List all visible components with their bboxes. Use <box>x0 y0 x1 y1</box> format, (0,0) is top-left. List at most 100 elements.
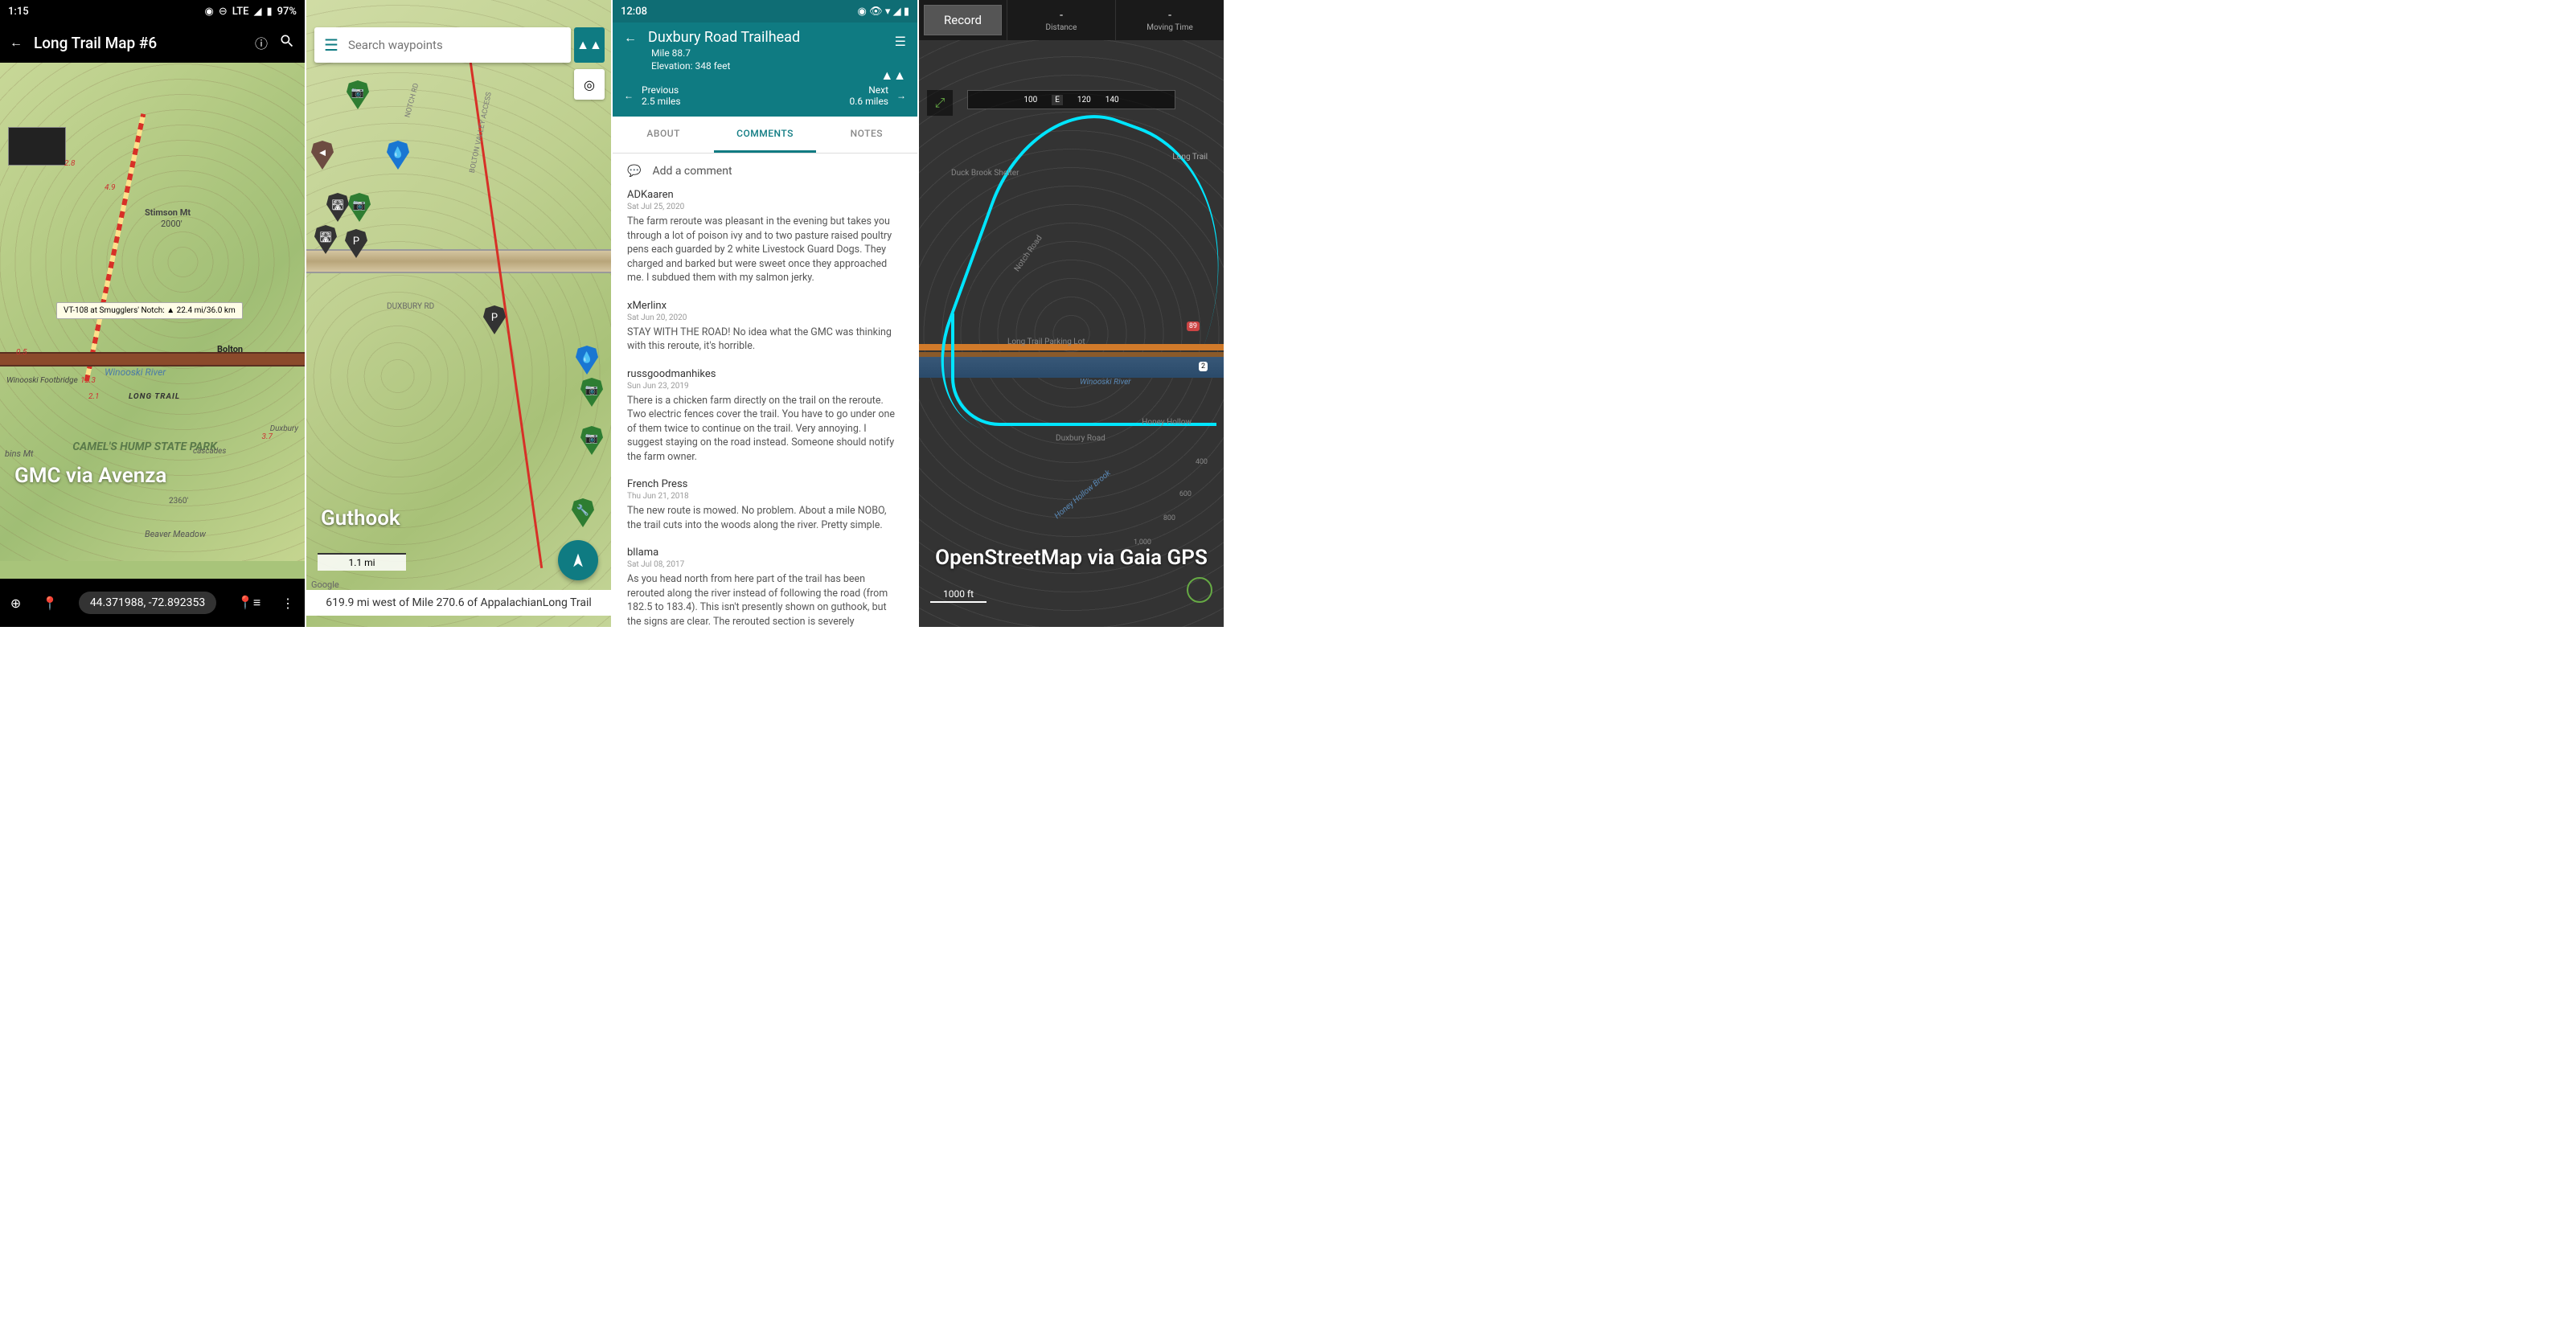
list-icon[interactable]: ☰ <box>895 34 906 49</box>
label-cascades: cascades <box>193 447 226 456</box>
marker-camera[interactable]: 📷 <box>580 426 603 455</box>
comment-date: Sun Jun 23, 2019 <box>627 382 903 391</box>
arrow-left-icon: ← <box>624 90 634 101</box>
label-beaver: Beaver Meadow <box>145 529 206 539</box>
contour-800: 800 <box>1163 514 1175 522</box>
menu-icon[interactable]: ⋮ <box>281 596 294 611</box>
label-bins: bins Mt <box>5 448 34 459</box>
tab-comments[interactable]: COMMENTS <box>714 117 815 153</box>
marker-road[interactable]: 🛣 <box>326 193 349 222</box>
comment-icon: 💬 <box>627 165 641 178</box>
search-input[interactable] <box>348 38 561 52</box>
label-parking: Long Trail Parking Lot <box>1007 338 1085 346</box>
waypoint-mile: Mile 88.7 <box>651 47 906 59</box>
highway <box>0 352 305 367</box>
comment-date: Sat Jun 20, 2020 <box>627 313 903 322</box>
locate-button[interactable]: ◎ <box>574 69 605 100</box>
info-icon[interactable]: ⓘ <box>255 33 268 52</box>
tab-notes[interactable]: NOTES <box>816 117 917 153</box>
status-time: 1:15 <box>8 6 29 18</box>
waypoint-callout[interactable]: VT-108 at Smugglers' Notch: ▲ 22.4 mi/36… <box>56 302 243 319</box>
marker-parking[interactable]: P <box>483 305 506 334</box>
collapse-button[interactable]: ⤢ <box>927 90 953 116</box>
label-river: Winooski River <box>105 367 166 378</box>
comment-item[interactable]: French PressThu Jun 21, 2018The new rout… <box>627 478 903 532</box>
search-bar[interactable]: ☰ <box>314 27 571 63</box>
status-bar: 1:15 ◉ ⊖ LTE ◢ ▮ 97% <box>0 0 305 23</box>
stat-moving-time[interactable]: - Moving Time <box>1115 0 1224 40</box>
elevation-icon[interactable]: ▲▲ <box>880 68 906 84</box>
comment-item[interactable]: bllamaSat Jul 08, 2017As you head north … <box>627 547 903 627</box>
battery-pct: 97% <box>277 6 297 18</box>
contour-400: 400 <box>1196 458 1208 466</box>
label-river: Winooski River <box>1080 378 1131 387</box>
compass-bar[interactable]: 100 E 120 140 <box>967 90 1175 109</box>
label-longtrail: LONG TRAIL <box>129 392 180 401</box>
prev-waypoint[interactable]: ← Previous2.5 miles <box>624 84 681 107</box>
comment-date: Sat Jul 08, 2017 <box>627 560 903 569</box>
map-canvas[interactable]: Stimson Mt 2000' Bolton Winooski Footbri… <box>0 63 305 561</box>
contour-600: 600 <box>1179 490 1192 498</box>
marker-water[interactable]: 💧 <box>387 141 409 170</box>
marker-camera[interactable]: 📷 <box>348 193 371 222</box>
marker-water[interactable]: 💧 <box>576 346 598 375</box>
hamburger-icon[interactable]: ☰ <box>324 35 338 55</box>
marker-parking[interactable]: P <box>345 229 367 258</box>
comment-item[interactable]: xMerlinxSat Jun 20, 2020STAY WITH THE RO… <box>627 300 903 354</box>
search-icon[interactable] <box>279 33 295 52</box>
label-duxbury: Duxbury <box>270 424 298 433</box>
next-waypoint[interactable]: Next0.6 miles → <box>849 84 906 107</box>
comments-list[interactable]: ADKaarenSat Jul 25, 2020The farm reroute… <box>613 189 917 627</box>
stat-distance[interactable]: - Distance <box>1007 0 1115 40</box>
comment-date: Thu Jun 21, 2018 <box>627 492 903 501</box>
label-bolton: Bolton <box>217 344 243 354</box>
navigate-fab[interactable] <box>558 540 598 580</box>
label-duxbury: Duxbury Road <box>1056 434 1105 443</box>
label-stimson-elev: 2000' <box>161 219 183 229</box>
compass-button[interactable] <box>1187 577 1212 603</box>
record-button[interactable]: Record <box>924 5 1002 35</box>
battery-icon: ▮ <box>266 6 272 18</box>
tab-bar: ABOUT COMMENTS NOTES <box>613 117 917 154</box>
back-icon[interactable]: ← <box>624 30 637 46</box>
app-source-label: OpenStreetMap via Gaia GPS <box>919 546 1224 571</box>
marker-tools[interactable]: 🔧 <box>572 498 594 527</box>
compass-100: 100 <box>1023 96 1037 104</box>
comment-text: There is a chicken farm directly on the … <box>627 394 903 465</box>
app-source-label: Guthook <box>321 506 400 530</box>
pin-icon[interactable]: 📍 <box>42 596 58 611</box>
add-comment-row[interactable]: 💬 Add a comment <box>613 154 917 189</box>
status-icons: ◉ 👁 ▾ ◢ ▮ <box>858 6 909 18</box>
marker-road[interactable]: 🛣 <box>314 225 337 254</box>
comment-user: French Press <box>627 478 903 490</box>
map-canvas[interactable]: ⤢ 100 E 120 140 Notch Road Duck Brook Sh… <box>919 40 1224 627</box>
locate-icon[interactable]: ⊕ <box>10 596 21 611</box>
dist-123: 12.3 <box>80 376 96 385</box>
shield-89: 89 <box>1187 321 1200 331</box>
comment-item[interactable]: russgoodmanhikesSun Jun 23, 2019There is… <box>627 368 903 465</box>
back-icon[interactable]: ← <box>10 35 23 51</box>
next-dist: 0.6 miles <box>849 96 888 107</box>
map-thumbnail[interactable] <box>8 127 66 166</box>
dist-05: 0.5 <box>16 348 27 357</box>
pin-list-icon[interactable]: 📍≡ <box>237 595 260 611</box>
label-longtrail: Long Trail <box>1172 153 1208 162</box>
location-footer: 619.9 mi west of Mile 270.6 of Appalachi… <box>306 590 611 616</box>
tab-about[interactable]: ABOUT <box>613 117 714 153</box>
layers-button[interactable]: ▲▲ <box>574 27 605 63</box>
app-bar: ← Long Trail Map #6 ⓘ <box>0 23 305 63</box>
label-stimson: Stimson Mt <box>145 207 191 218</box>
comment-user: ADKaaren <box>627 189 903 201</box>
distance-label: Distance <box>1046 23 1077 32</box>
marker-sign[interactable]: ◄ <box>311 141 334 170</box>
marker-camera[interactable]: 📷 <box>347 80 369 109</box>
coordinates-display[interactable]: 44.371988, -72.892353 <box>79 592 216 614</box>
map-canvas[interactable]: NOTCH RD BOLTON VALLEY ACCESS DUXBURY RD… <box>306 0 611 627</box>
scale-bar: 1.1 mi <box>318 553 406 571</box>
waypoint-header: ← Duxbury Road Trailhead Mile 88.7 Eleva… <box>613 23 917 117</box>
distance-value: - <box>1060 9 1063 22</box>
marker-camera[interactable]: 📷 <box>580 378 603 407</box>
comment-item[interactable]: ADKaarenSat Jul 25, 2020The farm reroute… <box>627 189 903 285</box>
location-icon: ◉ <box>205 6 214 18</box>
prev-dist: 2.5 miles <box>642 96 681 107</box>
